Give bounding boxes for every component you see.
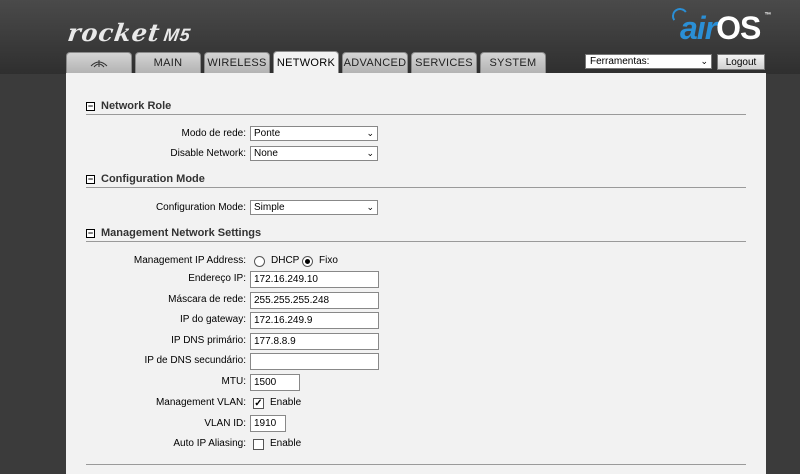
auto-ip-aliasing-enable-label: Enable	[270, 438, 302, 449]
tab-ubnt[interactable]	[66, 52, 132, 73]
rocket-logo: rocketM5	[66, 18, 193, 47]
gateway-input[interactable]: 172.16.249.9	[250, 312, 379, 329]
ip-address-label: Endereço IP:	[188, 273, 246, 284]
management-vlan-checkbox[interactable]: ✓	[253, 398, 264, 409]
auto-ip-aliasing-checkbox[interactable]	[253, 439, 264, 450]
network-settings-panel: − Network Role Modo de rede: Ponte ⌄ Dis…	[66, 73, 766, 474]
mtu-input[interactable]: 1500	[250, 374, 300, 391]
section-divider	[86, 114, 746, 115]
management-vlan-label: Management VLAN:	[155, 397, 246, 408]
gateway-label: IP do gateway:	[180, 314, 246, 325]
tab-advanced[interactable]: ADVANCED	[342, 52, 408, 73]
tab-services[interactable]: SERVICES	[411, 52, 477, 73]
primary-dns-label: IP DNS primário:	[171, 335, 246, 346]
dhcp-label: DHCP	[271, 255, 300, 266]
network-mode-label: Modo de rede:	[181, 128, 247, 139]
ip-address-input[interactable]: 172.16.249.10	[250, 271, 379, 288]
netmask-label: Máscara de rede:	[168, 294, 246, 305]
management-vlan-enable-label: Enable	[270, 397, 302, 408]
management-ip-label: Management IP Address:	[133, 255, 246, 266]
section-title: Management Network Settings	[101, 227, 262, 239]
section-divider	[86, 187, 746, 188]
vlan-id-label: VLAN ID:	[204, 418, 246, 429]
tab-network[interactable]: NETWORK	[273, 51, 339, 74]
logout-button[interactable]: Logout	[717, 54, 765, 70]
tools-select[interactable]: Ferramentas: ⌄	[585, 54, 712, 69]
section-management-network: − Management Network Settings	[86, 227, 746, 242]
brand-name: rocket	[65, 18, 163, 47]
configuration-mode-value: Simple	[254, 202, 285, 213]
section-title: Configuration Mode	[101, 173, 205, 185]
tab-main[interactable]: MAIN	[135, 52, 201, 73]
section-configuration-mode: − Configuration Mode	[86, 173, 746, 188]
tab-system[interactable]: SYSTEM	[480, 52, 546, 73]
disable-network-label: Disable Network:	[170, 148, 246, 159]
section-title: Network Role	[101, 100, 172, 112]
collapse-icon[interactable]: −	[86, 229, 95, 238]
disable-network-value: None	[254, 148, 278, 159]
disable-network-select[interactable]: None ⌄	[250, 146, 378, 161]
configuration-mode-select[interactable]: Simple ⌄	[250, 200, 378, 215]
tab-wireless[interactable]: WIRELESS	[204, 52, 270, 73]
fixo-radio[interactable]	[302, 256, 313, 267]
network-mode-value: Ponte	[254, 128, 281, 139]
logo-tm: ™	[764, 12, 771, 19]
brand-model: M5	[162, 25, 193, 45]
dhcp-radio[interactable]	[254, 256, 265, 267]
section-divider	[86, 241, 746, 242]
configuration-mode-label: Configuration Mode:	[155, 202, 246, 213]
tools-select-value: Ferramentas:	[590, 56, 650, 67]
fixo-label: Fixo	[319, 255, 338, 266]
collapse-icon[interactable]: −	[86, 102, 95, 111]
main-tabs: MAIN WIRELESS NETWORK ADVANCED SERVICES …	[66, 51, 549, 74]
network-mode-select[interactable]: Ponte ⌄	[250, 126, 378, 141]
section-network-role: − Network Role	[86, 100, 746, 115]
chevron-down-icon: ⌄	[700, 56, 708, 66]
auto-ip-aliasing-label: Auto IP Aliasing:	[173, 438, 246, 449]
chevron-down-icon: ⌄	[366, 128, 374, 138]
netmask-input[interactable]: 255.255.255.248	[250, 292, 379, 309]
secondary-dns-input[interactable]	[250, 353, 379, 370]
vlan-id-input[interactable]: 1910	[250, 415, 286, 432]
secondary-dns-label: IP de DNS secundário:	[144, 355, 246, 366]
primary-dns-input[interactable]: 177.8.8.9	[250, 333, 379, 350]
mtu-label: MTU:	[221, 376, 246, 387]
logo-os: OS	[716, 10, 761, 46]
chevron-down-icon: ⌄	[366, 148, 374, 158]
section-divider	[86, 464, 746, 465]
chevron-down-icon: ⌄	[366, 202, 374, 212]
collapse-icon[interactable]: −	[86, 175, 95, 184]
ubiquiti-logo-icon	[90, 60, 108, 68]
airos-logo: airOS ™	[670, 6, 771, 47]
